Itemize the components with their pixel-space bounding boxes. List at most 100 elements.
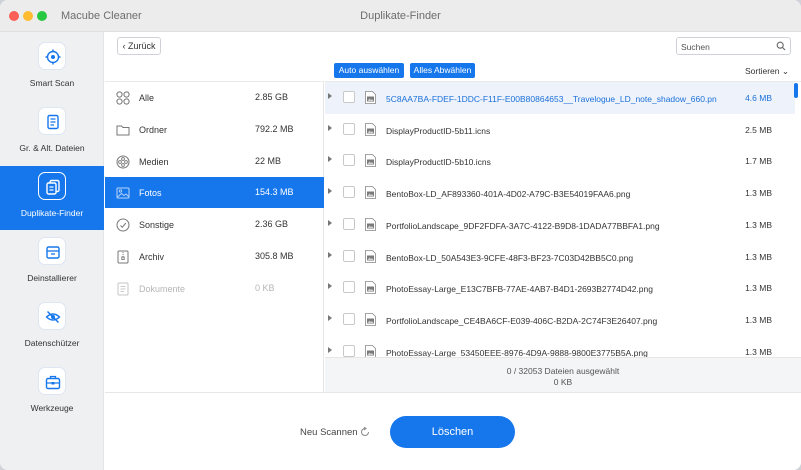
file-checkbox[interactable] xyxy=(343,122,355,135)
photo-icon xyxy=(116,187,130,199)
expand-arrow-icon[interactable] xyxy=(328,314,332,321)
expand-arrow-icon[interactable] xyxy=(328,283,332,290)
document-icon xyxy=(117,282,129,296)
category-size: 22 MB xyxy=(255,156,282,166)
file-name: DisplayProductID-5b10.icns xyxy=(386,157,491,168)
file-size: 1.7 MB xyxy=(745,156,772,167)
file-row[interactable]: 5C8AA7BA-FDEF-1DDC-F11F-E00B80864653__Tr… xyxy=(325,82,795,114)
expand-arrow-icon[interactable] xyxy=(328,346,332,353)
category-other[interactable]: Sonstige 2.36 GB xyxy=(105,209,324,240)
category-name: Archiv xyxy=(139,252,165,262)
sidebar-item-toolbox[interactable]: Werkzeuge xyxy=(0,361,104,425)
file-row[interactable]: PortfolioLandscape_CE4BA6CF-E039-406C-B2… xyxy=(325,304,795,336)
category-header xyxy=(105,60,324,82)
image-file-icon xyxy=(365,344,376,357)
window-title: Duplikate-Finder xyxy=(360,10,441,22)
expand-arrow-icon[interactable] xyxy=(328,219,332,226)
search-input[interactable] xyxy=(681,40,773,53)
file-name: PortfolioLandscape_9DF2FDFA-3A7C-4122-B9… xyxy=(386,220,660,231)
selected-count: 0 / 32053 Dateien ausgewählt xyxy=(506,366,620,376)
deselect-all-button[interactable]: Alles Abwählen xyxy=(410,63,475,78)
chevron-left-icon: ‹ xyxy=(122,41,126,51)
expand-arrow-icon[interactable] xyxy=(328,188,332,195)
sidebar-item-duplicate-finder[interactable]: Duplikate-Finder xyxy=(0,166,104,230)
file-checkbox[interactable] xyxy=(343,344,355,357)
sort-button[interactable]: Sortieren ⌄ xyxy=(745,66,789,77)
file-checkbox[interactable] xyxy=(343,186,355,199)
file-list: 5C8AA7BA-FDEF-1DDC-F11F-E00B80864653__Tr… xyxy=(325,82,801,357)
file-list-scrollbar[interactable] xyxy=(793,82,799,357)
file-name: 5C8AA7BA-FDEF-1DDC-F11F-E00B80864653__Tr… xyxy=(386,94,717,104)
category-name: Alle xyxy=(139,93,155,103)
file-checkbox[interactable] xyxy=(343,217,355,230)
sidebar: Smart Scan Gr. & Alt. Dateien Duplikate-… xyxy=(0,32,104,470)
expand-arrow-icon[interactable] xyxy=(328,156,332,163)
sidebar-item-label: Smart Scan xyxy=(29,78,75,88)
file-size: 1.3 MB xyxy=(745,188,772,199)
file-size: 1.3 MB xyxy=(745,219,772,230)
file-row[interactable]: PhotoEssay-Large_53450EEE-8976-4D9A-9888… xyxy=(325,336,795,357)
file-name: DisplayProductID-5b11.icns xyxy=(386,125,491,136)
file-row[interactable]: BentoBox-LD_50A543E3-9CFE-48F3-BF23-7C03… xyxy=(325,241,795,273)
category-name: Sonstige xyxy=(139,220,175,230)
category-size: 2.85 GB xyxy=(255,92,289,102)
delete-button[interactable]: Löschen xyxy=(390,416,515,448)
sidebar-item-uninstaller[interactable]: Deinstallierer xyxy=(0,231,104,295)
grid-icon xyxy=(116,91,130,105)
title-bar: Macube Cleaner Duplikate-Finder xyxy=(0,0,801,32)
file-row[interactable]: PortfolioLandscape_9DF2FDFA-3A7C-4122-B9… xyxy=(325,209,795,241)
file-row[interactable]: DisplayProductID-5b11.icns 2.5 MB xyxy=(325,114,795,146)
rescan-button[interactable]: Neu Scannen xyxy=(300,427,358,438)
category-size: 154.3 MB xyxy=(255,187,294,197)
file-size: 4.6 MB xyxy=(745,93,772,103)
category-media[interactable]: Medien 22 MB xyxy=(105,146,324,177)
file-checkbox[interactable] xyxy=(343,154,355,167)
app-window: Macube Cleaner Duplikate-Finder Smart Sc… xyxy=(0,0,801,470)
category-folder[interactable]: Ordner 792.2 MB xyxy=(105,114,324,145)
file-name: BentoBox-LD_50A543E3-9CFE-48F3-BF23-7C03… xyxy=(386,252,634,263)
image-file-icon xyxy=(365,217,376,231)
category-all[interactable]: Alle 2.85 GB xyxy=(105,82,324,113)
file-size: 1.3 MB xyxy=(745,346,772,357)
file-checkbox[interactable] xyxy=(343,91,355,103)
sidebar-item-privacy[interactable]: Datenschützer xyxy=(0,296,104,360)
back-button[interactable]: ‹ Zurück xyxy=(117,37,161,55)
expand-arrow-icon[interactable] xyxy=(328,251,332,258)
selected-size: 0 KB xyxy=(553,377,573,387)
image-file-icon xyxy=(365,186,376,199)
image-file-icon xyxy=(365,312,376,326)
category-photos[interactable]: Fotos 154.3 MB xyxy=(105,177,324,208)
search-icon[interactable] xyxy=(776,41,786,51)
file-checkbox[interactable] xyxy=(343,249,355,262)
file-size: 2.5 MB xyxy=(745,124,772,135)
file-row[interactable]: BentoBox-LD_AF893360-401A-4D02-A79C-B3E5… xyxy=(325,177,795,209)
category-name: Fotos xyxy=(139,188,162,198)
expand-arrow-icon[interactable] xyxy=(328,93,332,99)
file-checkbox[interactable] xyxy=(343,281,355,294)
duplicate-finder-icon xyxy=(38,172,66,200)
category-documents: Dokumente 0 KB xyxy=(105,273,324,304)
file-name: PhotoEssay-Large_E13C7BFB-77AE-4AB7-B4D1… xyxy=(386,284,653,295)
category-size: 305.8 MB xyxy=(255,251,294,261)
smart-scan-icon xyxy=(38,42,66,70)
back-button-label: Zurück xyxy=(128,41,156,51)
file-checkbox[interactable] xyxy=(343,312,355,325)
expand-arrow-icon[interactable] xyxy=(328,124,332,131)
file-size: 1.3 MB xyxy=(745,283,772,294)
sidebar-item-smart-scan[interactable]: Smart Scan xyxy=(0,36,104,100)
sidebar-item-label: Werkzeuge xyxy=(30,403,74,413)
large-old-files-icon xyxy=(38,107,66,135)
top-bar: ‹ Zurück xyxy=(105,32,801,60)
media-icon xyxy=(116,155,130,169)
auto-select-button[interactable]: Auto auswählen xyxy=(334,63,404,78)
file-row[interactable]: DisplayProductID-5b10.icns 1.7 MB xyxy=(325,145,795,177)
file-row[interactable]: PhotoEssay-Large_E13C7BFB-77AE-4AB7-B4D1… xyxy=(325,272,795,304)
selection-status: 0 / 32053 Dateien ausgewählt 0 KB xyxy=(325,357,801,392)
sidebar-item-large-old-files[interactable]: Gr. & Alt. Dateien xyxy=(0,101,104,165)
other-icon xyxy=(116,218,130,232)
scrollbar-thumb[interactable] xyxy=(794,83,798,98)
refresh-icon[interactable] xyxy=(360,427,370,437)
file-size: 1.3 MB xyxy=(745,314,772,325)
category-archive[interactable]: Archiv 305.8 MB xyxy=(105,241,324,272)
sidebar-item-label: Deinstallierer xyxy=(27,273,77,283)
